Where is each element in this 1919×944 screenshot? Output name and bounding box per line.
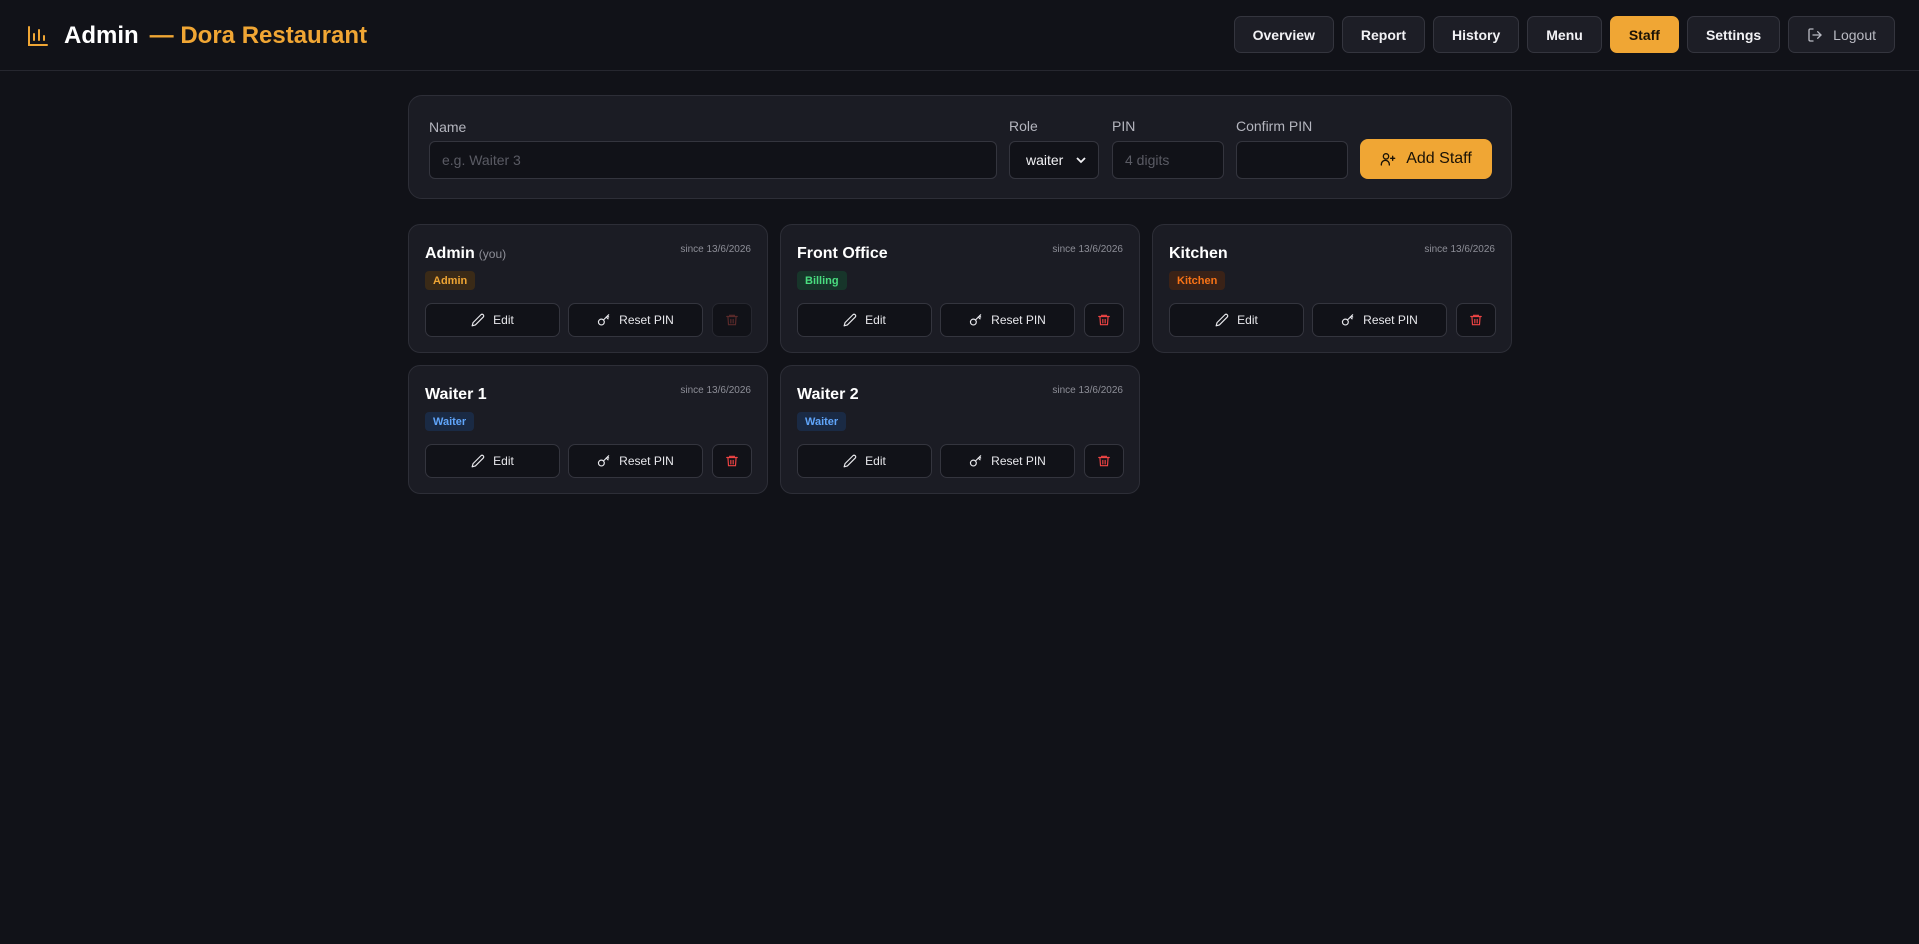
restaurant-name: — Dora Restaurant bbox=[149, 22, 368, 49]
staff-name: Admin (you) bbox=[425, 245, 506, 263]
confirm-pin-input[interactable] bbox=[1236, 141, 1348, 179]
role-badge: Waiter bbox=[797, 412, 847, 431]
you-tag: (you) bbox=[478, 247, 507, 261]
staff-card: Kitchen since 13/6/2026 Kitchen Edit Res… bbox=[1152, 224, 1512, 353]
pencil-icon bbox=[843, 313, 857, 327]
nav-history-button[interactable]: History bbox=[1433, 16, 1520, 53]
staff-since: since 13/6/2026 bbox=[1052, 385, 1123, 396]
staff-name: Waiter 1 bbox=[425, 386, 487, 404]
role-badge: Kitchen bbox=[1169, 271, 1226, 290]
reset-pin-button[interactable]: Reset PIN bbox=[940, 444, 1075, 478]
staff-since: since 13/6/2026 bbox=[1424, 244, 1495, 255]
staff-name-text: Admin bbox=[425, 245, 475, 262]
key-icon bbox=[598, 314, 610, 326]
reset-pin-label: Reset PIN bbox=[1363, 313, 1418, 327]
nav-staff-button[interactable]: Staff bbox=[1609, 16, 1679, 53]
chevron-down-icon bbox=[1076, 157, 1086, 164]
trash-icon bbox=[726, 314, 738, 326]
reset-pin-button[interactable]: Reset PIN bbox=[568, 444, 703, 478]
user-plus-icon bbox=[1380, 153, 1396, 166]
role-select-value: waiter bbox=[1026, 152, 1064, 168]
staff-name-text: Waiter 2 bbox=[797, 386, 859, 403]
edit-button[interactable]: Edit bbox=[797, 444, 932, 478]
delete-button[interactable] bbox=[1456, 303, 1496, 337]
pin-input[interactable] bbox=[1112, 141, 1224, 179]
delete-button[interactable] bbox=[1084, 444, 1124, 478]
role-badge: Waiter bbox=[425, 412, 475, 431]
staff-card: Admin (you) since 13/6/2026 Admin Edit Re… bbox=[408, 224, 768, 353]
key-icon bbox=[1342, 314, 1354, 326]
add-staff-form: Name Role waiter PIN Confirm PIN Add Sta… bbox=[408, 95, 1512, 199]
edit-button[interactable]: Edit bbox=[425, 444, 560, 478]
logout-icon bbox=[1808, 27, 1822, 42]
staff-since: since 13/6/2026 bbox=[680, 244, 751, 255]
staff-name-text: Waiter 1 bbox=[425, 386, 487, 403]
reset-pin-label: Reset PIN bbox=[991, 313, 1046, 327]
logout-button[interactable]: Logout bbox=[1788, 16, 1895, 53]
reset-pin-button[interactable]: Reset PIN bbox=[940, 303, 1075, 337]
staff-name: Kitchen bbox=[1169, 245, 1228, 263]
staff-name-text: Front Office bbox=[797, 245, 888, 262]
reset-pin-label: Reset PIN bbox=[619, 454, 674, 468]
staff-card: Waiter 1 since 13/6/2026 Waiter Edit Res… bbox=[408, 365, 768, 494]
key-icon bbox=[970, 455, 982, 467]
reset-pin-button[interactable]: Reset PIN bbox=[568, 303, 703, 337]
nav-settings-button[interactable]: Settings bbox=[1686, 16, 1781, 53]
pencil-icon bbox=[471, 454, 485, 468]
role-badge: Billing bbox=[797, 271, 847, 290]
nav-overview-button[interactable]: Overview bbox=[1233, 16, 1334, 53]
pencil-icon bbox=[471, 313, 485, 327]
trash-icon bbox=[1098, 314, 1110, 326]
key-icon bbox=[970, 314, 982, 326]
top-nav: Overview Report History Menu Staff Setti… bbox=[1233, 16, 1895, 53]
delete-button[interactable] bbox=[712, 444, 752, 478]
edit-label: Edit bbox=[493, 313, 514, 327]
page-title: Admin bbox=[64, 22, 139, 49]
reset-pin-button[interactable]: Reset PIN bbox=[1312, 303, 1447, 337]
edit-button[interactable]: Edit bbox=[1169, 303, 1304, 337]
delete-button bbox=[712, 303, 752, 337]
staff-name-text: Kitchen bbox=[1169, 245, 1228, 262]
logout-label: Logout bbox=[1833, 26, 1876, 43]
staff-name: Waiter 2 bbox=[797, 386, 859, 404]
nav-menu-button[interactable]: Menu bbox=[1527, 16, 1602, 53]
key-icon bbox=[598, 455, 610, 467]
confirm-pin-label: Confirm PIN bbox=[1236, 118, 1313, 134]
trash-icon bbox=[1098, 455, 1110, 467]
pencil-icon bbox=[843, 454, 857, 468]
trash-icon bbox=[1470, 314, 1482, 326]
brand: Admin — Dora Restaurant bbox=[26, 20, 367, 52]
delete-button[interactable] bbox=[1084, 303, 1124, 337]
staff-card: Front Office since 13/6/2026 Billing Edi… bbox=[780, 224, 1140, 353]
pencil-icon bbox=[1215, 313, 1229, 327]
role-select[interactable]: waiter bbox=[1009, 141, 1099, 179]
edit-label: Edit bbox=[865, 454, 886, 468]
staff-since: since 13/6/2026 bbox=[1052, 244, 1123, 255]
edit-label: Edit bbox=[493, 454, 514, 468]
edit-button[interactable]: Edit bbox=[425, 303, 560, 337]
trash-icon bbox=[726, 455, 738, 467]
staff-since: since 13/6/2026 bbox=[680, 385, 751, 396]
role-label: Role bbox=[1009, 118, 1038, 134]
pin-label: PIN bbox=[1112, 118, 1136, 134]
reset-pin-label: Reset PIN bbox=[619, 313, 674, 327]
nav-report-button[interactable]: Report bbox=[1341, 16, 1426, 53]
add-staff-button[interactable]: Add Staff bbox=[1360, 139, 1492, 179]
app-header: Admin — Dora Restaurant Overview Report … bbox=[0, 0, 1919, 71]
staff-card: Waiter 2 since 13/6/2026 Waiter Edit Res… bbox=[780, 365, 1140, 494]
name-input[interactable] bbox=[429, 141, 997, 179]
edit-button[interactable]: Edit bbox=[797, 303, 932, 337]
role-badge: Admin bbox=[425, 271, 476, 290]
edit-label: Edit bbox=[865, 313, 886, 327]
edit-label: Edit bbox=[1237, 313, 1258, 327]
bar-chart-icon bbox=[28, 26, 48, 46]
add-staff-label: Add Staff bbox=[1406, 150, 1472, 167]
reset-pin-label: Reset PIN bbox=[991, 454, 1046, 468]
name-label: Name bbox=[429, 119, 467, 135]
staff-name: Front Office bbox=[797, 245, 888, 263]
